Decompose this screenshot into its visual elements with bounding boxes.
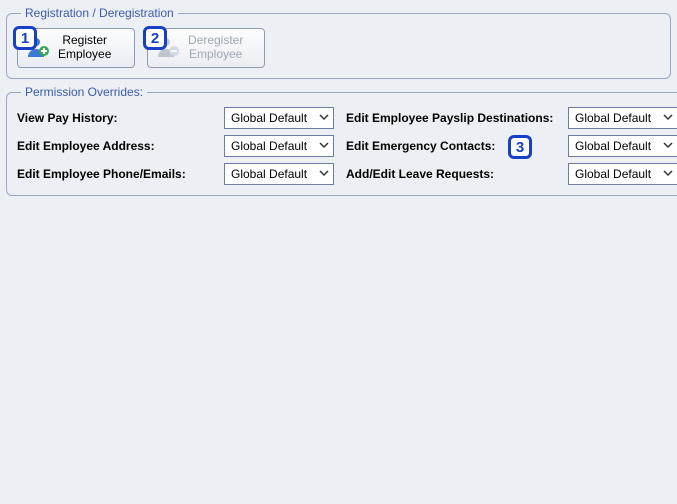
callout-marker-1: 1	[13, 26, 37, 50]
select-value: Global Default	[575, 139, 651, 153]
select-value: Global Default	[575, 167, 651, 181]
permissions-fieldset: Permission Overrides: 3 View Pay History…	[6, 85, 677, 196]
registration-row: 1 Register Employee 2	[17, 28, 660, 68]
select-edit-phone-emails[interactable]: Global Default	[224, 163, 334, 185]
permissions-grid: View Pay History: Global Default Edit Em…	[17, 107, 677, 185]
chevron-down-icon	[663, 139, 673, 153]
registration-fieldset: Registration / Deregistration 1 Register…	[6, 6, 671, 79]
select-value: Global Default	[575, 111, 651, 125]
chevron-down-icon	[663, 167, 673, 181]
label-add-edit-leave-requests: Add/Edit Leave Requests:	[346, 167, 556, 181]
select-value: Global Default	[231, 167, 307, 181]
select-value: Global Default	[231, 139, 307, 153]
label-edit-phone-emails: Edit Employee Phone/Emails:	[17, 167, 212, 181]
permissions-legend: Permission Overrides:	[21, 85, 147, 99]
select-edit-employee-address[interactable]: Global Default	[224, 135, 334, 157]
select-value: Global Default	[231, 111, 307, 125]
chevron-down-icon	[663, 111, 673, 125]
callout-marker-2: 2	[143, 26, 167, 50]
select-view-pay-history[interactable]: Global Default	[224, 107, 334, 129]
deregister-employee-label: Deregister Employee	[188, 34, 243, 62]
label-view-pay-history: View Pay History:	[17, 111, 212, 125]
select-edit-payslip-destinations[interactable]: Global Default	[568, 107, 677, 129]
select-add-edit-leave-requests[interactable]: Global Default	[568, 163, 677, 185]
label-edit-employee-address: Edit Employee Address:	[17, 139, 212, 153]
chevron-down-icon	[319, 167, 329, 181]
register-employee-label: Register Employee	[58, 34, 111, 62]
label-edit-payslip-destinations: Edit Employee Payslip Destinations:	[346, 111, 556, 125]
select-edit-emergency-contacts[interactable]: Global Default	[568, 135, 677, 157]
registration-legend: Registration / Deregistration	[21, 6, 178, 20]
chevron-down-icon	[319, 139, 329, 153]
chevron-down-icon	[319, 111, 329, 125]
callout-marker-3: 3	[508, 135, 532, 159]
